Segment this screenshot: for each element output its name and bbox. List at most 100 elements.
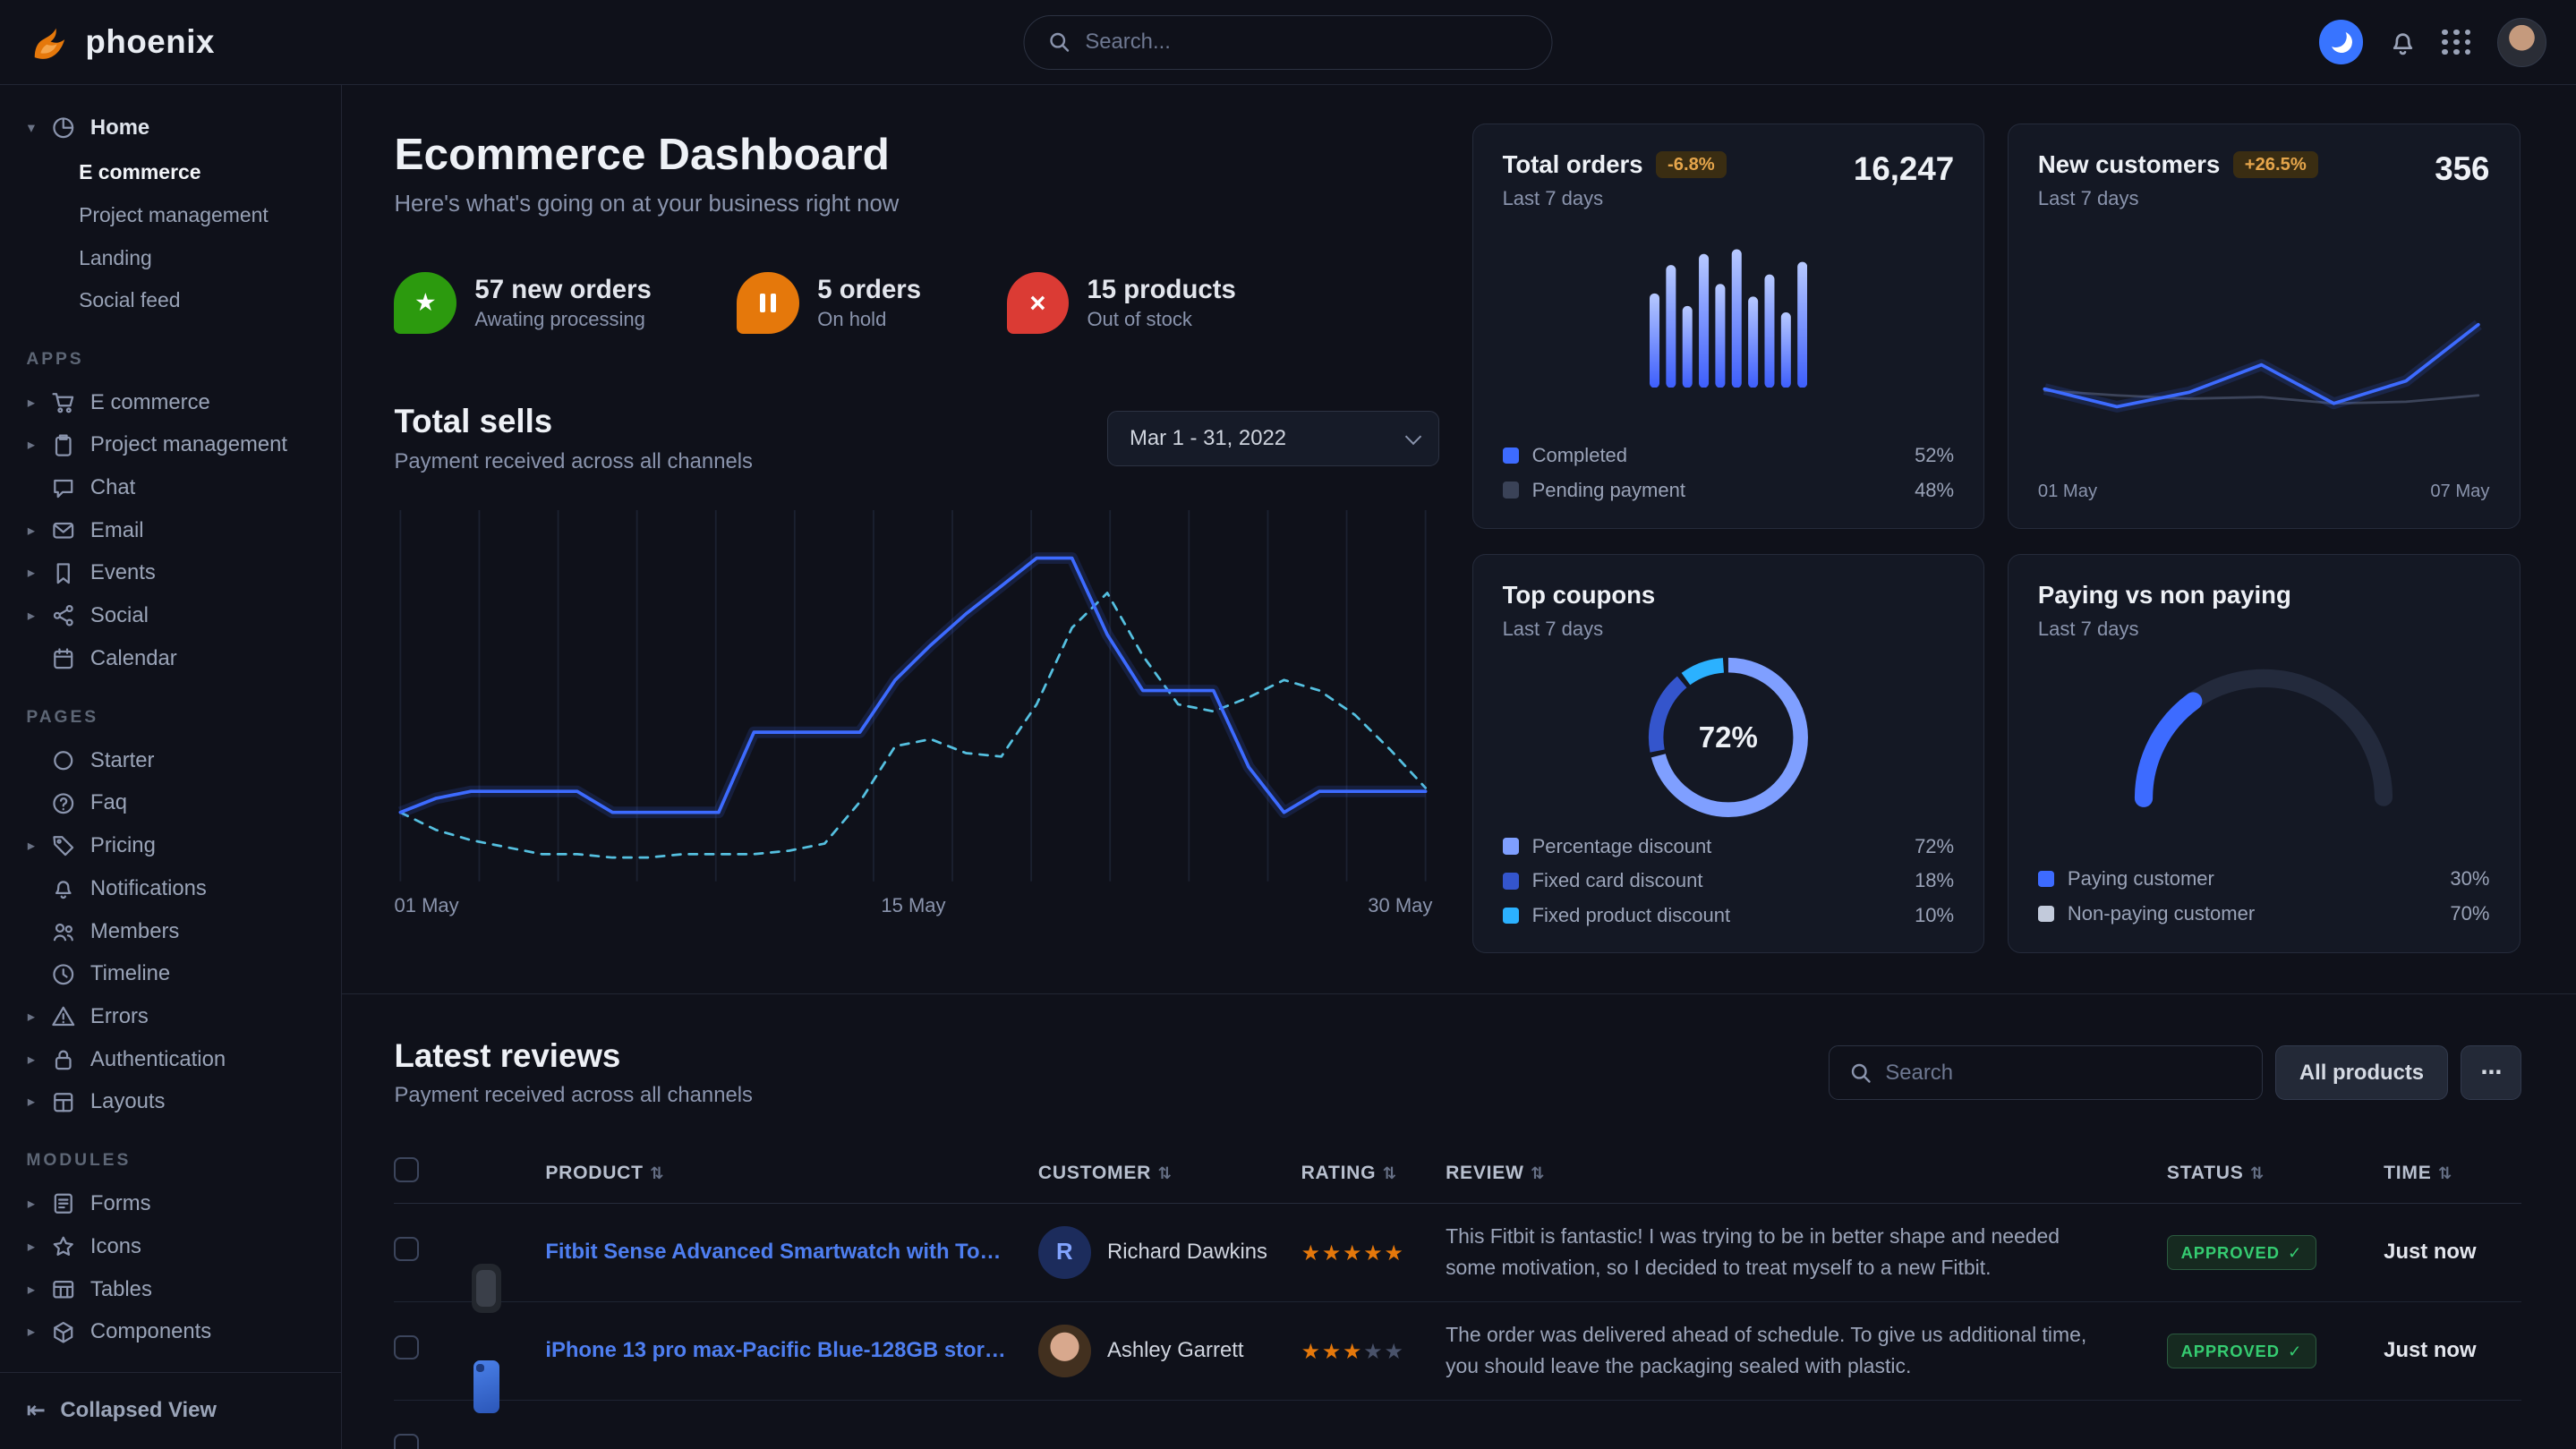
sidebar-item-timeline[interactable]: Timeline [23, 952, 328, 995]
x-tick: 30 May [1368, 894, 1432, 917]
top-coupons-donut: 72% [1648, 657, 1809, 818]
reviews-search[interactable] [1829, 1045, 2263, 1100]
sidebar-item-tables[interactable]: ▸ Tables [23, 1268, 328, 1311]
legend-label: Non-paying customer [2068, 902, 2255, 925]
global-search[interactable] [1023, 15, 1552, 70]
sidebar-item-project-management-app[interactable]: ▸ Project management [23, 423, 328, 466]
column-header-product[interactable]: PRODUCT⇅ [545, 1163, 1038, 1184]
sidebar-item-components[interactable]: ▸ Components [23, 1310, 328, 1353]
date-range-select[interactable]: Mar 1 - 31, 2022 [1107, 411, 1439, 466]
product-link[interactable]: iPhone 13 pro max-Pacific Blue-128GB sto… [545, 1338, 1038, 1363]
sidebar-item-forms[interactable]: ▸ Forms [23, 1182, 328, 1225]
global-search-input[interactable] [1085, 30, 1528, 55]
star-icon: ★ [394, 272, 456, 335]
legend-swatch [1503, 447, 1519, 464]
sidebar-item-ecommerce-app[interactable]: ▸ E commerce [23, 381, 328, 424]
home-submenu: E commerce Project management Landing So… [23, 151, 328, 322]
sidebar-item-label: Social [90, 603, 149, 628]
reviews-controls: All products ⋯ [1829, 1045, 2521, 1100]
sidebar-item-label: Components [90, 1319, 211, 1344]
caret-down-icon: ▾ [23, 119, 39, 137]
sidebar-item-icons[interactable]: ▸ Icons [23, 1225, 328, 1268]
chevron-right-icon: ▸ [23, 1051, 39, 1069]
clock-icon [51, 962, 79, 987]
sidebar-item-faq[interactable]: Faq [23, 782, 328, 825]
status-badge: APPROVED✓ [2167, 1334, 2316, 1368]
sidebar-item-label: E commerce [90, 390, 210, 415]
legend-row: Paying customer 30% [2038, 867, 2490, 891]
sidebar-item-starter[interactable]: Starter [23, 739, 328, 782]
review-text: The order was delivered ahead of schedul… [1446, 1302, 2167, 1399]
sort-icon: ⇅ [2250, 1163, 2265, 1183]
theme-toggle-button[interactable] [2319, 20, 2364, 64]
sidebar-item-label: Members [90, 919, 179, 944]
sidebar-item-social[interactable]: ▸ Social [23, 594, 328, 637]
chevron-right-icon: ▸ [23, 1195, 39, 1213]
apps-grid-button[interactable] [2442, 30, 2472, 55]
new-customers-value: 356 [2435, 150, 2489, 188]
sidebar-item-landing[interactable]: Landing [23, 236, 328, 279]
sidebar-item-authentication[interactable]: ▸ Authentication [23, 1038, 328, 1081]
legend-swatch [1503, 873, 1519, 889]
user-avatar[interactable] [2497, 18, 2546, 67]
sidebar-section-apps: APPS [26, 350, 328, 370]
product-link[interactable]: Fitbit Sense Advanced Smartwatch with To… [545, 1240, 1038, 1265]
box-icon [51, 1320, 79, 1345]
sidebar-item-label: Starter [90, 748, 155, 773]
customer-cell[interactable]: R Richard Dawkins [1038, 1226, 1301, 1279]
sidebar-item-calendar[interactable]: Calendar [23, 637, 328, 680]
paying-gauge-chart [2124, 657, 2403, 808]
more-options-button[interactable]: ⋯ [2461, 1045, 2521, 1100]
question-icon [51, 791, 79, 816]
brand[interactable]: phoenix [30, 21, 342, 63]
column-header-status[interactable]: STATUS⇅ [2167, 1163, 2384, 1184]
sidebar-section-modules: MODULES [26, 1151, 328, 1171]
legend-row: Fixed card discount 18% [1503, 869, 1955, 892]
chevron-right-icon: ▸ [23, 607, 39, 625]
column-header-customer[interactable]: CUSTOMER⇅ [1038, 1163, 1301, 1184]
sidebar-item-pricing[interactable]: ▸ Pricing [23, 824, 328, 867]
sidebar-item-label: Tables [90, 1277, 152, 1302]
sidebar-item-social-feed[interactable]: Social feed [23, 279, 328, 322]
sidebar-item-ecommerce-dashboard[interactable]: E commerce [23, 151, 328, 194]
total-sells-subtitle: Payment received across all channels [394, 449, 753, 474]
total-orders-value: 16,247 [1854, 150, 1954, 188]
total-sells-chart [394, 510, 1432, 882]
sidebar-item-layouts[interactable]: ▸ Layouts [23, 1081, 328, 1124]
card-title: New customers [2038, 150, 2220, 179]
sidebar-item-home[interactable]: ▾ Home [23, 107, 328, 149]
sidebar-item-project-management-dashboard[interactable]: Project management [23, 194, 328, 237]
notifications-button[interactable] [2388, 28, 2418, 57]
legend-swatch [1503, 482, 1519, 498]
sidebar-item-errors[interactable]: ▸ Errors [23, 995, 328, 1038]
tag-icon [51, 833, 79, 858]
legend-value: 72% [1915, 835, 1954, 858]
all-products-button[interactable]: All products [2275, 1045, 2448, 1100]
sidebar-item-email[interactable]: ▸ Email [23, 509, 328, 552]
sidebar-item-notifications[interactable]: Notifications [23, 867, 328, 910]
sidebar-section-pages: PAGES [26, 708, 328, 728]
customer-cell[interactable]: Ashley Garrett [1038, 1325, 1301, 1377]
column-header-time[interactable]: TIME⇅ [2384, 1163, 2521, 1184]
card-title: Top coupons [1503, 581, 1656, 609]
sidebar: ▾ Home E commerce Project management Lan… [0, 85, 342, 1448]
sidebar-item-chat[interactable]: Chat [23, 466, 328, 509]
legend-row: Percentage discount 72% [1503, 835, 1955, 858]
sidebar-item-events[interactable]: ▸ Events [23, 552, 328, 595]
stat-label: Out of stock [1087, 308, 1235, 331]
stat-value: 15 products [1087, 275, 1235, 305]
column-header-rating[interactable]: RATING⇅ [1301, 1163, 1446, 1184]
reviews-search-input[interactable] [1885, 1061, 2241, 1086]
sidebar-item-members[interactable]: Members [23, 910, 328, 953]
row-checkbox[interactable] [394, 1237, 419, 1262]
row-checkbox[interactable] [394, 1335, 419, 1360]
legend-swatch [1503, 838, 1519, 854]
select-all-checkbox[interactable] [394, 1157, 419, 1182]
collapse-sidebar-button[interactable]: ⇤ Collapsed View [0, 1372, 341, 1449]
chevron-right-icon: ▸ [23, 1238, 39, 1256]
rating-stars: ★★★★★ [1301, 1335, 1446, 1366]
row-checkbox[interactable] [394, 1434, 419, 1449]
collapsed-view-label: Collapsed View [60, 1398, 217, 1423]
stat-new-orders: ★ 57 new orders Awating processing [394, 272, 651, 335]
column-header-review[interactable]: REVIEW⇅ [1446, 1163, 2167, 1184]
